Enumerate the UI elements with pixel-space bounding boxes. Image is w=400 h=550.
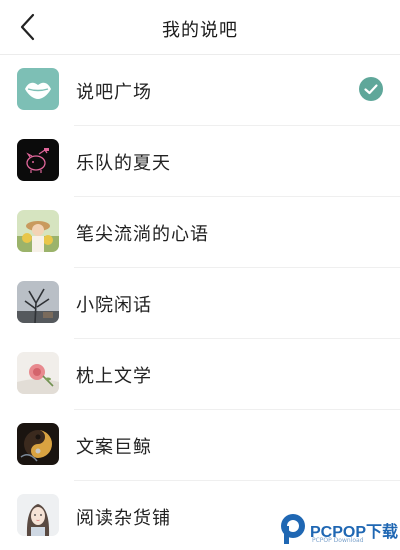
list-item[interactable]: 乐队的夏天 xyxy=(0,126,400,197)
list-item-label: 笔尖流淌的心语 xyxy=(76,224,209,245)
checkmark-icon xyxy=(359,77,383,101)
list-item[interactable]: 小院闲话 xyxy=(0,268,400,339)
pig-icon xyxy=(17,139,59,181)
list-item[interactable]: 文案巨鲸 xyxy=(0,410,400,481)
tree-photo xyxy=(17,281,59,323)
illustrated-girl-photo xyxy=(17,494,59,536)
list-item[interactable]: 说吧广场 xyxy=(0,55,400,126)
lips-icon xyxy=(17,68,59,110)
pcpop-logo-icon xyxy=(281,514,305,544)
watermark-subtext: PCPOP Download xyxy=(312,537,364,544)
header-bar: 我的说吧 xyxy=(0,0,400,55)
list-item-label: 阅读杂货铺 xyxy=(76,508,171,529)
page-title: 我的说吧 xyxy=(162,20,238,41)
rose-photo xyxy=(17,352,59,394)
list-item-label: 文案巨鲸 xyxy=(76,437,152,458)
list-item-label: 小院闲话 xyxy=(76,295,152,316)
girl-photo xyxy=(17,210,59,252)
list-item[interactable]: 笔尖流淌的心语 xyxy=(0,197,400,268)
list-item-label: 枕上文学 xyxy=(76,366,152,387)
forum-list: 说吧广场 乐队的夏天 笔尖流淌的心语 小院闲话 枕上文学 文案巨鲸 阅读杂货铺 xyxy=(0,55,400,550)
list-item-label: 说吧广场 xyxy=(76,82,152,103)
list-item[interactable]: 枕上文学 xyxy=(0,339,400,410)
watermark: PCPOP下载 PCPOP Download xyxy=(278,510,400,550)
abstract-photo xyxy=(17,423,59,465)
list-item-label: 乐队的夏天 xyxy=(76,153,171,174)
